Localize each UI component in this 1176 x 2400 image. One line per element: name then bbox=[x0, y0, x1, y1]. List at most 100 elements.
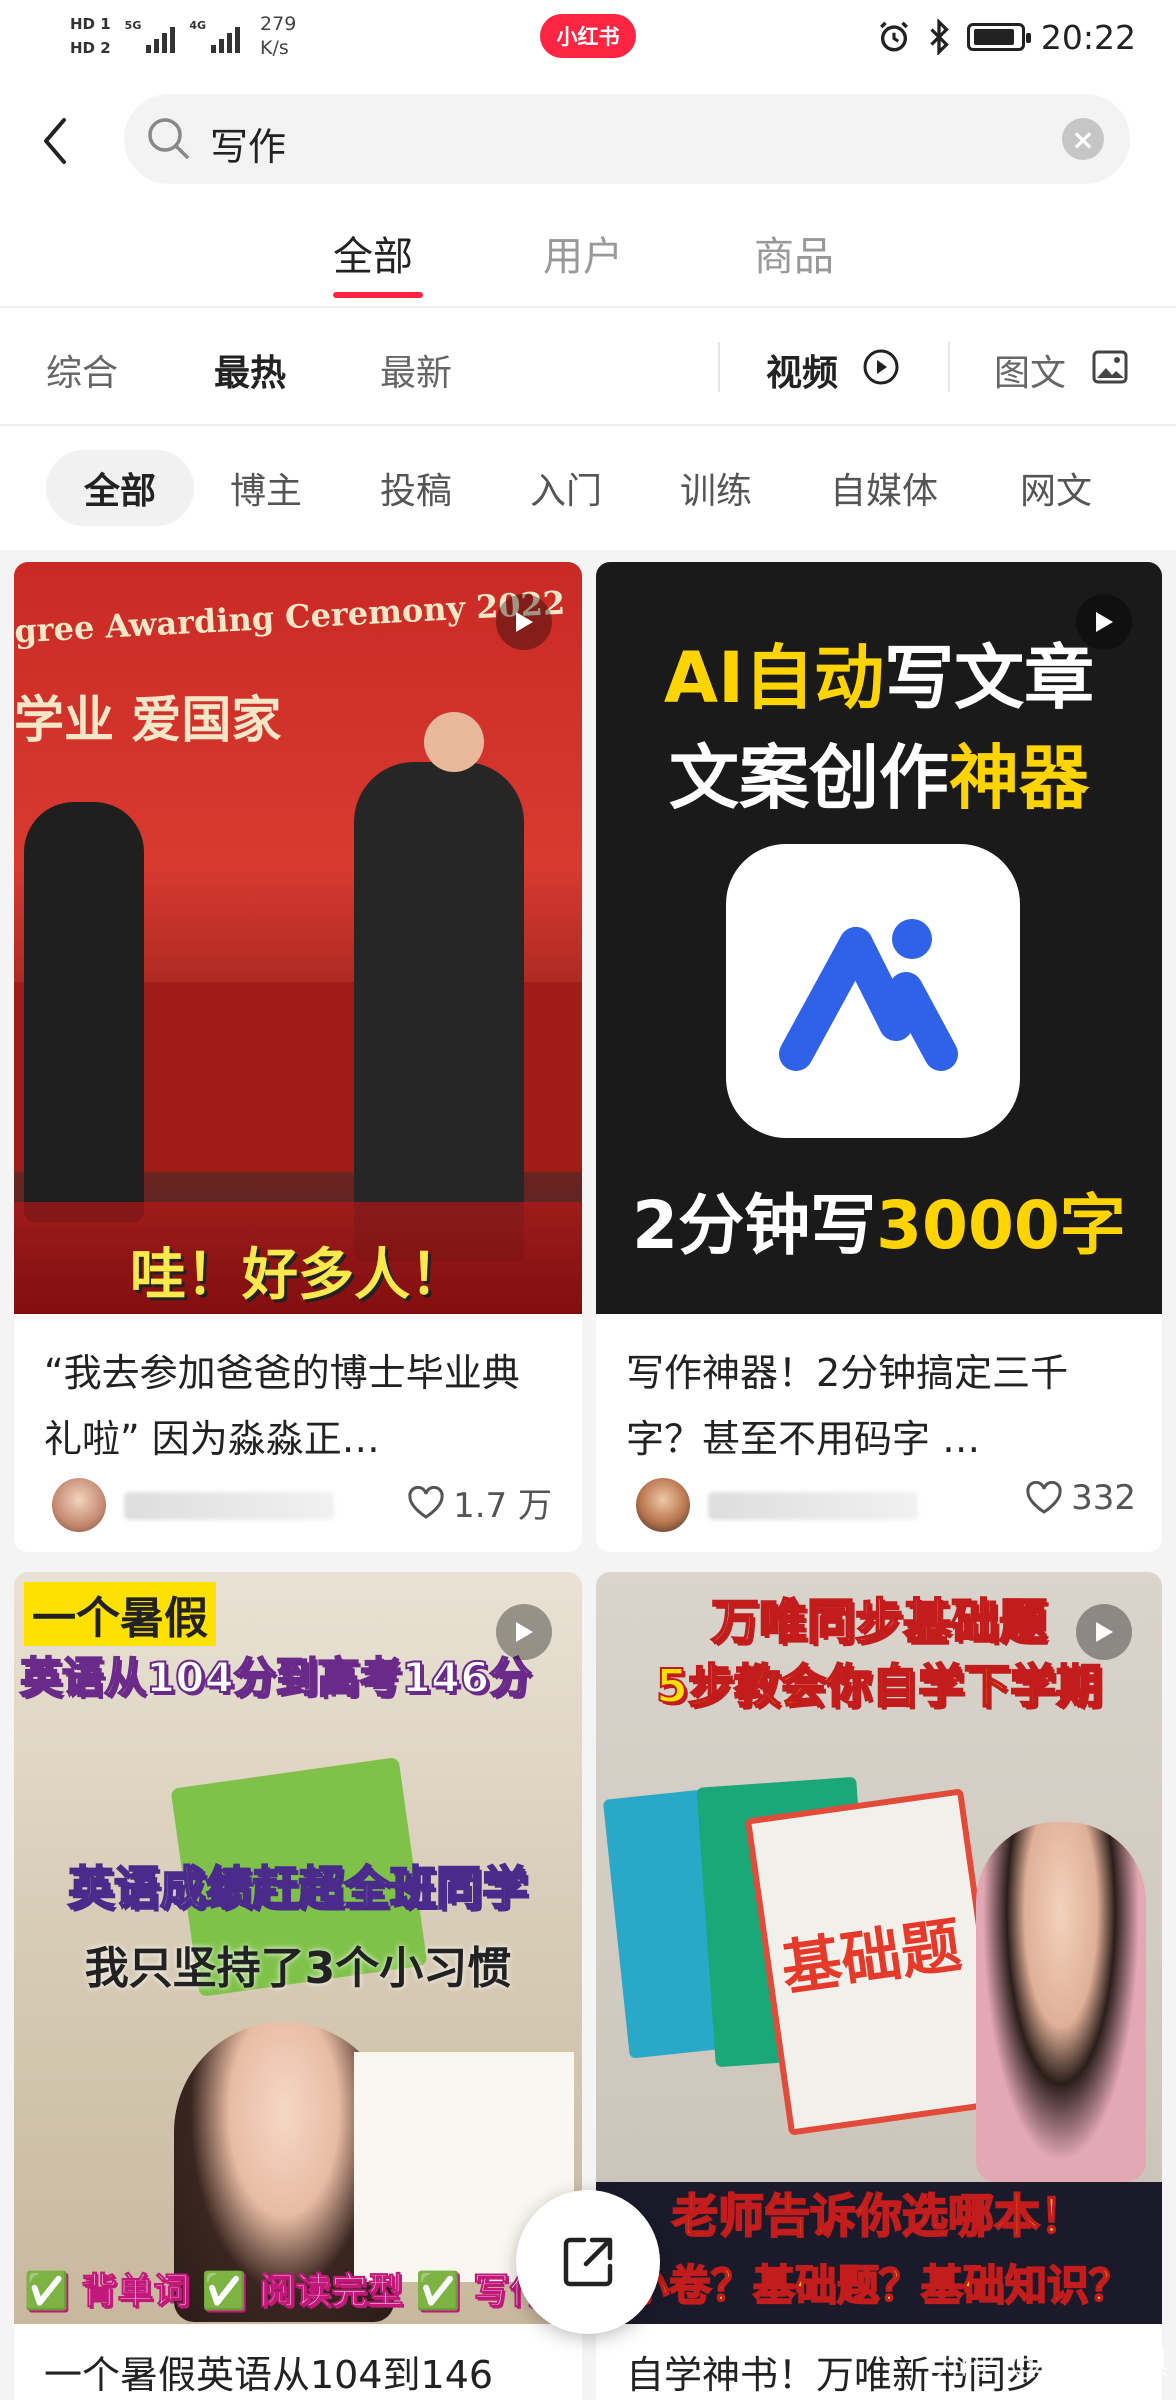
battery-icon bbox=[966, 23, 1031, 51]
card-title: 写作神器！2分钟搞定三千字？甚至不用码字 … bbox=[626, 1351, 1069, 1461]
cover-text-2: 5步教会你自学下学期 bbox=[655, 1658, 1103, 1714]
app-badge: 小红书 bbox=[540, 14, 636, 58]
signal-4g-icon: 4G bbox=[189, 19, 241, 53]
sim1-label: HD 1 bbox=[70, 15, 111, 33]
tab-users[interactable]: 用户 bbox=[543, 224, 623, 282]
card-meta: 332 bbox=[636, 1472, 1136, 1532]
sort-comprehensive[interactable]: 综合 bbox=[46, 344, 118, 396]
cover-text-2: 英语从104分到高考146分 bbox=[19, 1652, 532, 1703]
cover-text-3: 英语成绩赶超全班同学 bbox=[67, 1860, 529, 1916]
clock-time: 20:22 bbox=[1040, 17, 1136, 57]
video-badge bbox=[496, 1604, 552, 1660]
cover-text-1: 一个暑假 bbox=[24, 1582, 216, 1646]
book-red: 基础题 bbox=[744, 1788, 1008, 2136]
divider bbox=[948, 342, 950, 392]
chip-web-novel[interactable]: 网文 bbox=[990, 450, 1122, 526]
speed-unit: K/s bbox=[260, 37, 289, 59]
cover-caption: 哇！好多人！ bbox=[130, 1243, 466, 1308]
tab-products[interactable]: 商品 bbox=[754, 224, 834, 282]
author-name-blurred bbox=[708, 1492, 918, 1520]
network-speed: 279 K/s bbox=[260, 12, 296, 60]
ai-logo-icon bbox=[779, 919, 958, 1071]
filter-image-text[interactable]: 图文 bbox=[994, 344, 1066, 396]
cover-bottom-text: 2分钟写3000字 bbox=[632, 1187, 1126, 1264]
cover-text-4: 我只坚持了3个小习惯 bbox=[84, 1943, 512, 1994]
sort-bar: 综合 最热 最新 视频 图文 bbox=[0, 308, 1176, 426]
card-meta: 1.7 万 bbox=[52, 1472, 552, 1532]
chip-beginner[interactable]: 入门 bbox=[500, 450, 632, 526]
search-results-page: HD 1 HD 2 5G 4G 279 K/s 小红书 20:22 写作 × 全… bbox=[0, 0, 1176, 2400]
play-icon bbox=[516, 612, 533, 632]
sim-indicators: HD 1 HD 2 bbox=[70, 12, 111, 60]
author-name-blurred bbox=[124, 1492, 334, 1520]
share-icon bbox=[563, 2237, 613, 2287]
sort-hottest[interactable]: 最热 bbox=[214, 344, 286, 396]
like-count: 332 bbox=[1071, 1478, 1136, 1518]
feed-card[interactable]: 万唯同步基础题 5步教会你自学下学期 基础题 老师告诉你选哪本！ 小卷？基础题？… bbox=[596, 1572, 1162, 2400]
video-badge bbox=[1076, 594, 1132, 650]
like-button[interactable]: 332 bbox=[1025, 1478, 1136, 1518]
filter-video[interactable]: 视频 bbox=[766, 344, 838, 396]
play-icon bbox=[1096, 612, 1113, 632]
play-circle-icon bbox=[863, 349, 899, 385]
clear-search-button[interactable]: × bbox=[1062, 118, 1104, 160]
avatar[interactable] bbox=[636, 1478, 690, 1532]
feed-card[interactable]: gree Awarding Ceremony 2022 学业 爱国家 哇！好多人… bbox=[14, 562, 582, 1552]
book-title: 基础题 bbox=[777, 1910, 966, 2005]
chip-all[interactable]: 全部 bbox=[46, 450, 194, 526]
active-tab-indicator bbox=[333, 292, 423, 298]
chevron-left-icon bbox=[44, 118, 66, 164]
like-button[interactable]: 1.7 万 bbox=[407, 1478, 552, 1527]
person-photo bbox=[976, 1822, 1146, 2182]
cover-headline-1: AI自动写文章 bbox=[663, 637, 1095, 719]
bluetooth-icon bbox=[930, 19, 949, 55]
image-icon bbox=[1092, 350, 1128, 384]
chip-submission[interactable]: 投稿 bbox=[350, 450, 482, 526]
card-cover-image: gree Awarding Ceremony 2022 学业 爱国家 哇！好多人… bbox=[14, 562, 582, 1314]
search-query: 写作 bbox=[210, 125, 287, 169]
card-cover-image: AI自动写文章 文案创作神器 2分钟写3000字 bbox=[596, 562, 1162, 1314]
result-type-tabs: 全部 用户 商品 bbox=[0, 214, 1176, 304]
chip-blogger[interactable]: 博主 bbox=[200, 450, 332, 526]
cover-bottom-1: 老师告诉你选哪本！ bbox=[671, 2188, 1087, 2244]
share-button[interactable] bbox=[516, 2190, 660, 2334]
cover-text-banner: 学业 爱国家 bbox=[14, 690, 282, 749]
card-cover-image: 万唯同步基础题 5步教会你自学下学期 基础题 老师告诉你选哪本！ 小卷？基础题？… bbox=[596, 1572, 1162, 2324]
status-bar: HD 1 HD 2 5G 4G 279 K/s 小红书 20:22 bbox=[0, 0, 1176, 74]
card-title: 一个暑假英语从104到146 bbox=[44, 2353, 494, 2397]
like-count: 1.7 万 bbox=[453, 1486, 552, 1526]
avatar[interactable] bbox=[52, 1478, 106, 1532]
close-icon: × bbox=[1071, 122, 1095, 156]
feed-card[interactable]: AI自动写文章 文案创作神器 2分钟写3000字 写作神器！2分钟搞定三千字？甚… bbox=[596, 562, 1162, 1552]
alarm-icon bbox=[879, 21, 908, 52]
back-button[interactable] bbox=[30, 106, 80, 176]
chip-training[interactable]: 训练 bbox=[650, 450, 782, 526]
play-icon bbox=[1096, 1622, 1113, 1642]
figure-graduate-right bbox=[354, 762, 524, 1262]
figure-graduate-left bbox=[24, 802, 144, 1222]
chip-self-media[interactable]: 自媒体 bbox=[800, 450, 968, 526]
tab-all[interactable]: 全部 bbox=[333, 224, 413, 282]
divider bbox=[718, 342, 720, 392]
watermark: 知乎 @生财工具 bbox=[936, 2344, 1171, 2382]
ai-app-icon bbox=[726, 844, 1020, 1138]
cover-bottom-2: 小卷？基础题？基础知识？ bbox=[626, 2260, 1132, 2311]
speed-value: 279 bbox=[260, 13, 297, 35]
heart-icon bbox=[1026, 1481, 1062, 1514]
signal-5g-icon: 5G bbox=[125, 19, 176, 53]
search-input[interactable]: 写作 × bbox=[124, 94, 1130, 184]
play-icon bbox=[516, 1622, 533, 1642]
card-title: “我去参加爸爸的博士毕业典礼啦” 因为淼淼正… bbox=[44, 1351, 520, 1461]
video-badge bbox=[496, 594, 552, 650]
feed-card[interactable]: 一个暑假 英语从104分到高考146分 英语成绩赶超全班同学 我只坚持了3个小习… bbox=[14, 1572, 582, 2400]
sim2-label: HD 2 bbox=[70, 39, 111, 57]
category-chips: 全部 博主 投稿 入门 训练 自媒体 网文 bbox=[0, 426, 1176, 550]
sort-newest[interactable]: 最新 bbox=[380, 344, 452, 396]
video-badge bbox=[1076, 1604, 1132, 1660]
figure-child bbox=[424, 712, 484, 772]
cover-headline-2: 文案创作神器 bbox=[669, 737, 1089, 819]
cover-tags: ✅ 背单词 ✅ 阅读完型 ✅ 写作 bbox=[23, 2271, 546, 2313]
card-cover-image: 一个暑假 英语从104分到高考146分 英语成绩赶超全班同学 我只坚持了3个小习… bbox=[14, 1572, 582, 2324]
search-header: 写作 × 全部 用户 商品 bbox=[0, 74, 1176, 308]
heart-icon bbox=[408, 1485, 444, 1519]
